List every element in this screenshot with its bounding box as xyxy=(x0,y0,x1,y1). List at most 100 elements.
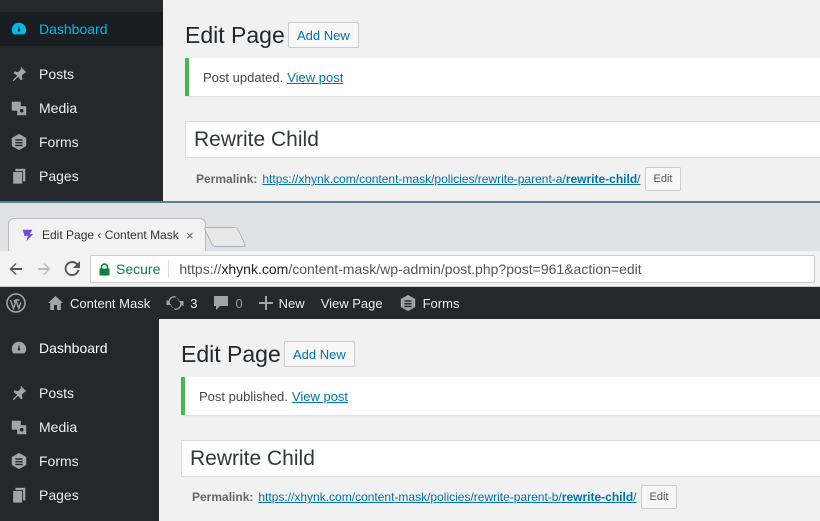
top-sidebar-item-dashboard[interactable]: Dashboard xyxy=(0,12,163,46)
bottom-sidebar-item-forms[interactable]: Forms xyxy=(0,444,159,478)
view-page-link[interactable]: View Page xyxy=(313,287,391,319)
forms-icon xyxy=(400,294,415,312)
media-icon xyxy=(9,417,29,437)
bottom-content-area: Edit Page Add New Post published. View p… xyxy=(159,319,820,521)
close-tab-icon[interactable]: × xyxy=(186,228,194,243)
forms-icon xyxy=(9,132,29,152)
bottom-sidebar-item-posts[interactable]: Posts xyxy=(0,376,159,410)
pages-icon xyxy=(9,485,29,505)
permalink-base: https://xhynk.com/content-mask/policies/… xyxy=(262,172,566,186)
page-title: Edit Page xyxy=(181,341,281,367)
permalink-link[interactable]: https://xhynk.com/content-mask/policies/… xyxy=(262,172,640,186)
post-title-input[interactable]: Rewrite Child xyxy=(185,121,820,158)
permalink-link[interactable]: https://xhynk.com/content-mask/policies/… xyxy=(258,490,636,504)
post-title-input[interactable]: Rewrite Child xyxy=(181,440,820,477)
comments-count: 0 xyxy=(235,295,243,311)
edit-permalink-button[interactable]: Edit xyxy=(640,485,678,509)
forms-label: Forms xyxy=(422,295,460,311)
address-bar[interactable]: Secure https://xhynk.com/content-mask/wp… xyxy=(90,255,815,283)
top-sidebar-item-posts[interactable]: Posts xyxy=(0,57,163,91)
site-name: Content Mask xyxy=(70,295,151,311)
forms-icon xyxy=(9,451,29,471)
top-sidebar-item-pages[interactable]: Pages xyxy=(0,159,163,193)
sidebar-item-label: Posts xyxy=(39,385,75,401)
updates-menu[interactable]: 3 xyxy=(158,287,205,319)
permalink-tail: / xyxy=(633,490,637,504)
url-scheme: https:// xyxy=(179,261,222,277)
new-content-menu[interactable]: New xyxy=(251,287,313,319)
composite-screenshot: Dashboard Posts Media Forms Pages Edit P… xyxy=(0,0,820,521)
sidebar-item-label: Posts xyxy=(39,66,75,82)
url-host: xhynk.com xyxy=(221,261,289,277)
permalink-slug: rewrite-child xyxy=(561,490,634,504)
wp-admin-bar: Content Mask 3 0 New View Page Forms xyxy=(0,287,820,319)
browser-tab-strip: Edit Page ‹ Content Mask × xyxy=(0,201,820,251)
back-arrow-icon xyxy=(9,263,22,275)
permalink-label: Permalink: xyxy=(196,172,258,186)
browser-tab[interactable]: Edit Page ‹ Content Mask × xyxy=(8,218,206,251)
secure-indicator[interactable]: Secure xyxy=(91,260,170,278)
home-icon xyxy=(48,296,63,310)
dashboard-icon xyxy=(9,19,29,39)
back-button[interactable] xyxy=(6,259,26,279)
notice-text: Post updated. xyxy=(203,69,284,85)
publish-notice: Post published. View post xyxy=(181,377,820,415)
comments-menu[interactable]: 0 xyxy=(205,287,250,319)
updates-count: 3 xyxy=(190,295,198,311)
top-admin-sidebar: Dashboard Posts Media Forms Pages xyxy=(0,0,163,201)
sidebar-item-label: Dashboard xyxy=(39,21,108,37)
notice-text: Post published. xyxy=(199,388,288,404)
browser-toolbar: Secure https://xhynk.com/content-mask/wp… xyxy=(0,251,820,287)
tab-title: Edit Page ‹ Content Mask xyxy=(42,228,179,242)
sidebar-item-label: Media xyxy=(39,100,78,116)
view-post-link[interactable]: View post xyxy=(287,70,343,85)
comment-bubble-icon xyxy=(214,296,229,310)
forward-arrow-icon xyxy=(38,263,51,275)
url-path: /content-mask/wp-admin/post.php?post=961… xyxy=(288,261,642,277)
new-tab-button[interactable] xyxy=(203,227,247,247)
permalink-row: Permalink: https://xhynk.com/content-mas… xyxy=(192,485,678,509)
plus-icon xyxy=(258,296,273,310)
lock-icon xyxy=(99,262,110,275)
reload-button[interactable] xyxy=(62,259,82,279)
sidebar-item-label: Dashboard xyxy=(39,340,108,356)
page-title: Edit Page xyxy=(185,22,285,48)
permalink-base: https://xhynk.com/content-mask/policies/… xyxy=(258,490,562,504)
forms-menu[interactable]: Forms xyxy=(391,287,468,319)
pages-icon xyxy=(9,166,29,186)
permalink-tail: / xyxy=(637,172,641,186)
sidebar-item-label: Pages xyxy=(39,487,79,503)
sidebar-item-label: Pages xyxy=(39,168,79,184)
new-label: New xyxy=(278,295,305,311)
top-sidebar-item-media[interactable]: Media xyxy=(0,91,163,125)
pin-icon xyxy=(9,383,29,403)
view-post-link[interactable]: View post xyxy=(292,389,348,404)
add-new-button[interactable]: Add New xyxy=(284,341,355,367)
wp-logo-menu[interactable] xyxy=(0,287,39,319)
bottom-sidebar-item-media[interactable]: Media xyxy=(0,410,159,444)
reload-icon xyxy=(64,261,80,277)
bottom-sidebar-item-pages[interactable]: Pages xyxy=(0,478,159,512)
add-new-button[interactable]: Add New xyxy=(288,22,359,48)
dashboard-icon xyxy=(9,338,29,358)
url-text: https://xhynk.com/content-mask/wp-admin/… xyxy=(169,261,641,277)
top-content-area: Edit Page Add New Post updated. View pos… xyxy=(163,0,820,201)
media-icon xyxy=(9,98,29,118)
secure-label: Secure xyxy=(116,261,161,277)
site-favicon-icon xyxy=(22,229,34,242)
permalink-label: Permalink: xyxy=(192,490,254,504)
updates-icon xyxy=(166,296,184,310)
forward-button[interactable] xyxy=(34,259,54,279)
bottom-admin-sidebar: Dashboard Posts Media Forms Pages xyxy=(0,319,159,521)
pin-icon xyxy=(9,64,29,84)
site-name-menu[interactable]: Content Mask xyxy=(39,287,158,319)
permalink-row: Permalink: https://xhynk.com/content-mas… xyxy=(196,167,682,191)
wordpress-logo-icon xyxy=(6,293,26,313)
sidebar-item-label: Media xyxy=(39,419,78,435)
top-sidebar-item-forms[interactable]: Forms xyxy=(0,125,163,159)
sidebar-item-label: Forms xyxy=(39,134,79,150)
edit-permalink-button[interactable]: Edit xyxy=(644,167,682,191)
update-notice: Post updated. View post xyxy=(185,58,820,96)
bottom-sidebar-item-dashboard[interactable]: Dashboard xyxy=(0,331,159,365)
permalink-slug: rewrite-child xyxy=(565,172,638,186)
